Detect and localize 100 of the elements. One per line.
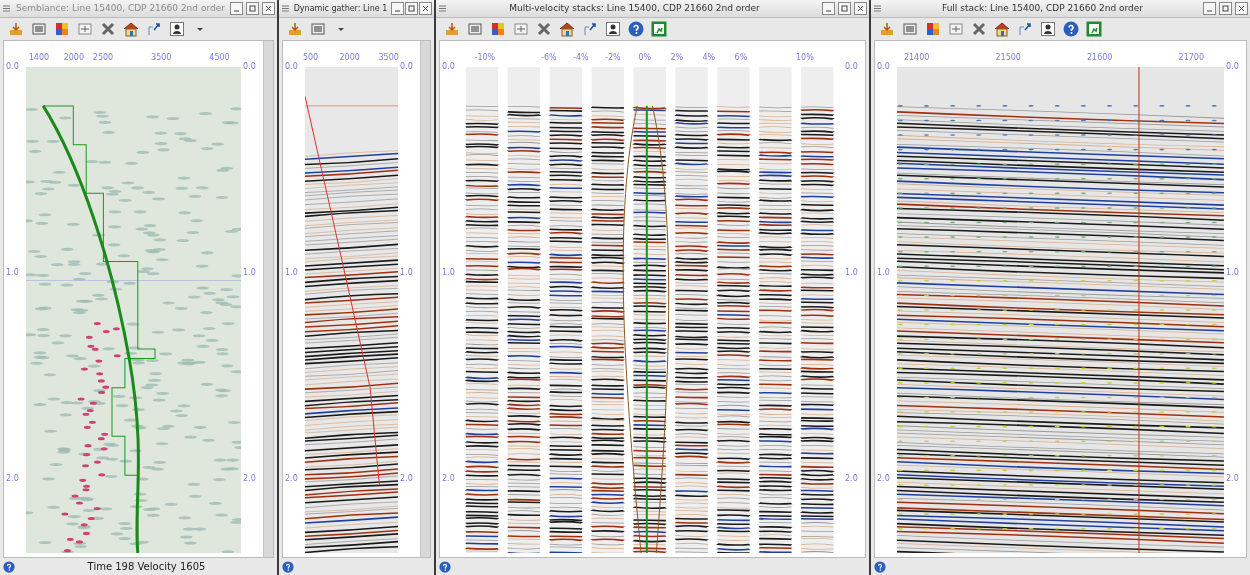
axis-tick-label: 2%: [670, 52, 684, 64]
axis-tick-label: 1400: [28, 52, 50, 64]
maximize-button[interactable]: [246, 2, 259, 15]
window-title: Multi-velocity stacks: Line 15400, CDP 21660 2nd order: [508, 1, 761, 15]
axis-tick-label: 2.0: [1226, 472, 1239, 485]
axis-tick-label: 0.0: [845, 61, 858, 73]
pointer-icon[interactable]: [582, 21, 598, 37]
axis-tick-label: 1.0: [400, 266, 413, 279]
minimize-button[interactable]: [1203, 2, 1216, 15]
axis-tick-label: 21500: [995, 52, 1021, 64]
pointer-icon[interactable]: [146, 21, 162, 37]
window-title: Semblance: Line 15400, CDP 21660 2nd order: [15, 1, 226, 15]
window-menu-icon[interactable]: [281, 4, 290, 13]
help-icon[interactable]: [628, 21, 644, 37]
maximize-button[interactable]: [838, 2, 851, 15]
axis-tick-label: 2500: [92, 52, 114, 64]
display-icon[interactable]: [467, 21, 483, 37]
axis-tick-label: 0.0: [1226, 61, 1239, 73]
close-button[interactable]: [854, 2, 867, 15]
home-icon[interactable]: [559, 21, 575, 37]
axis-tick-label: -10%: [474, 52, 496, 64]
axis-tick-label: 2000: [339, 52, 360, 64]
close-button[interactable]: [262, 2, 275, 15]
axis-tick-label: 0.0: [285, 61, 298, 73]
window-title: Full stack: Line 15400, CDP 21660 2nd order: [941, 1, 1144, 15]
maximize-icon: [840, 4, 849, 13]
home-icon[interactable]: [123, 21, 139, 37]
pointer-icon[interactable]: [1017, 21, 1033, 37]
exit-icon[interactable]: [651, 21, 667, 37]
maximize-icon: [248, 4, 257, 13]
axis-tick-label: 0.0: [6, 61, 19, 73]
import-icon[interactable]: [879, 21, 895, 37]
close-button[interactable]: [419, 2, 432, 15]
color-palette-icon[interactable]: [490, 21, 506, 37]
home-icon[interactable]: [994, 21, 1010, 37]
close-icon: [421, 4, 430, 13]
minimize-button[interactable]: [230, 2, 243, 15]
maximize-icon: [407, 4, 416, 13]
axis-tick-label: 2.0: [400, 472, 413, 485]
window-menu-icon[interactable]: [2, 4, 11, 13]
window-menu-icon[interactable]: [873, 4, 882, 13]
display-icon[interactable]: [31, 21, 47, 37]
axis-tick-label: -4%: [573, 52, 589, 64]
maximize-button[interactable]: [1219, 2, 1232, 15]
window-menu-icon[interactable]: [438, 4, 447, 13]
status-text: Time 198 Velocity 1605: [86, 560, 207, 574]
axis-tick-label: 0.0: [877, 61, 890, 73]
color-palette-icon[interactable]: [54, 21, 70, 37]
axis-tick-label: 2.0: [877, 472, 890, 485]
help-icon[interactable]: [1063, 21, 1079, 37]
import-icon[interactable]: [287, 21, 303, 37]
axis-tick-label: 2.0: [6, 472, 19, 485]
axis-tick-label: 2000: [63, 52, 84, 64]
import-icon[interactable]: [444, 21, 460, 37]
close-button[interactable]: [1235, 2, 1248, 15]
help-icon[interactable]: [3, 560, 15, 573]
axis-tick-label: -6%: [541, 52, 557, 64]
axis-tick-label: 1.0: [442, 266, 455, 279]
close-icon: [856, 4, 865, 13]
help-icon[interactable]: [282, 560, 294, 573]
minimize-button[interactable]: [822, 2, 835, 15]
axis-tick-label: 4500: [209, 52, 230, 64]
close-icon: [1237, 4, 1246, 13]
axis-tick-label: 0%: [638, 52, 652, 64]
axis-tick-label: 21600: [1087, 52, 1113, 64]
display-icon[interactable]: [310, 21, 326, 37]
person-icon[interactable]: [169, 21, 185, 37]
axis-tick-label: 2.0: [845, 472, 858, 485]
axis-tick-label: 2.0: [442, 472, 455, 485]
axis-tick-label: 3500: [151, 52, 172, 64]
axis-tick-label: 0.0: [400, 61, 413, 73]
cross-icon[interactable]: [100, 21, 116, 37]
axis-tick-label: 0.0: [243, 61, 256, 73]
exit-icon[interactable]: [1086, 21, 1102, 37]
axis-tick-label: 6%: [734, 52, 748, 64]
axis-tick-label: 1.0: [877, 266, 890, 279]
display-icon[interactable]: [902, 21, 918, 37]
scrollbar[interactable]: [420, 41, 430, 557]
maximize-icon: [1221, 4, 1230, 13]
cross-icon[interactable]: [536, 21, 552, 37]
help-icon[interactable]: [874, 560, 886, 573]
close-icon: [264, 4, 273, 13]
axis-tick-label: 1.0: [243, 266, 256, 279]
axis-tick-label: 0.0: [442, 61, 455, 73]
color-palette-icon[interactable]: [925, 21, 941, 37]
axis-tick-label: 1.0: [285, 266, 298, 279]
scrollbar[interactable]: [263, 41, 273, 557]
maximize-button[interactable]: [405, 2, 418, 15]
help-icon[interactable]: [439, 560, 451, 573]
axis-tick-label: 21700: [1178, 52, 1204, 64]
axis-tick-label: 1.0: [845, 266, 858, 279]
window-title: Dynamic gather: Line 1: [292, 2, 389, 15]
person-icon[interactable]: [605, 21, 621, 37]
minimize-button[interactable]: [391, 2, 404, 15]
axis-tick-label: 1.0: [1226, 266, 1239, 279]
person-icon[interactable]: [1040, 21, 1056, 37]
import-icon[interactable]: [8, 21, 24, 37]
axis-tick-label: 500: [302, 52, 319, 64]
cross-icon[interactable]: [971, 21, 987, 37]
axis-tick-label: 4%: [702, 52, 716, 64]
